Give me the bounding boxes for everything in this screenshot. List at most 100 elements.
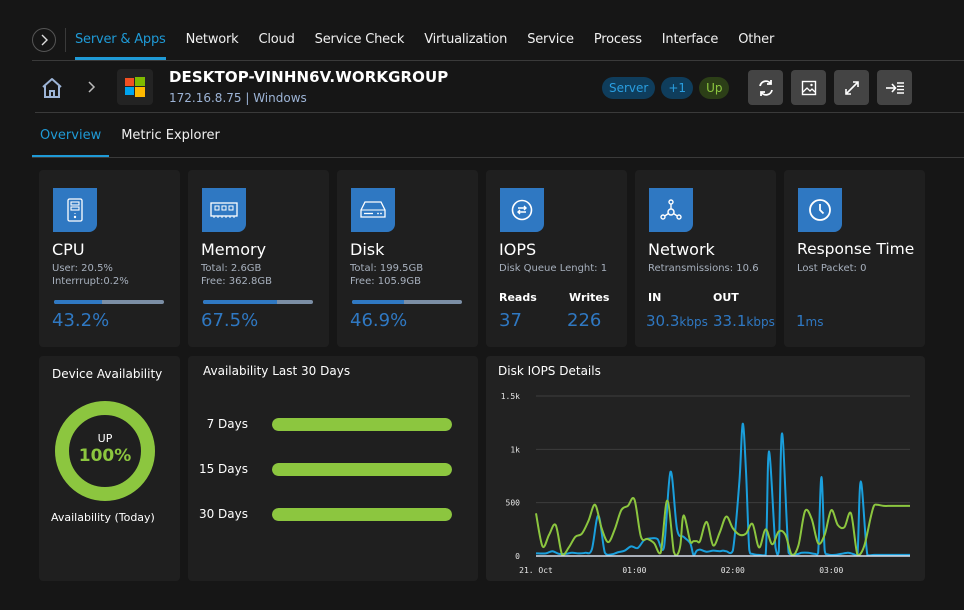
availability-caption: Availability (Today) bbox=[51, 511, 155, 524]
network-card[interactable]: Network Retransmissions: 10.6 IN OUT 30.… bbox=[635, 170, 776, 347]
availability-bar bbox=[272, 508, 452, 521]
nav-tab-service-check[interactable]: Service Check bbox=[315, 27, 405, 60]
availability-30-days-card: Availability Last 30 Days 7 Days 15 Days… bbox=[188, 356, 478, 581]
nav-tab-service[interactable]: Service bbox=[527, 27, 574, 60]
memory-total: Total: 2.6GB bbox=[201, 263, 262, 274]
collapse-panel-button[interactable] bbox=[877, 70, 912, 105]
availability-row-7-days: 7 Days bbox=[188, 415, 478, 435]
disk-progress-bar bbox=[352, 300, 462, 304]
retransmissions: Retransmissions: 10.6 bbox=[648, 263, 759, 274]
expand-icon bbox=[844, 80, 859, 95]
memory-card[interactable]: Memory Total: 2.6GB Free: 362.8GB 67.5% bbox=[188, 170, 329, 347]
refresh-button[interactable] bbox=[748, 70, 783, 105]
cpu-progress-fill bbox=[54, 300, 102, 304]
top-navigation: Server & Apps Network Cloud Service Chec… bbox=[32, 27, 964, 61]
image-icon bbox=[801, 80, 816, 95]
network-hub-icon bbox=[660, 199, 682, 220]
availability-row-label: 15 Days bbox=[198, 462, 248, 476]
nav-tab-interface[interactable]: Interface bbox=[662, 27, 719, 60]
availability-row-label: 7 Days bbox=[206, 417, 248, 431]
windows-logo-icon bbox=[125, 77, 145, 97]
memory-icon-tile bbox=[202, 188, 246, 232]
tab-overview[interactable]: Overview bbox=[32, 114, 110, 157]
disk-iops-card: Disk IOPS Details 0 500 1k 1.5k 21. Oct 01:00… bbox=[486, 356, 925, 581]
clock-icon bbox=[809, 199, 831, 221]
tab-metric-explorer[interactable]: Metric Explorer bbox=[113, 114, 228, 157]
disk-usage-value: 46.9% bbox=[350, 310, 408, 331]
cpu-card[interactable]: CPU User: 20.5% Interrrupt:0.2% 43.2% bbox=[39, 170, 180, 347]
y-tick-label: 0 bbox=[515, 552, 520, 561]
device-hostname: DESKTOP-VINHN6V.WORKGROUP bbox=[169, 68, 449, 86]
chevron-right-icon bbox=[41, 34, 48, 46]
x-tick-label: 21. Oct bbox=[519, 566, 553, 575]
network-out-value: 33.1kbps bbox=[713, 312, 775, 330]
network-in-value: 30.3kbps bbox=[646, 312, 708, 330]
fullscreen-button[interactable] bbox=[834, 70, 869, 105]
response-time-title: Response Time bbox=[797, 240, 915, 258]
memory-progress-bar bbox=[203, 300, 313, 304]
server-tower-icon bbox=[67, 198, 83, 222]
status-badge: Up bbox=[699, 77, 730, 99]
nav-tab-other[interactable]: Other bbox=[738, 27, 774, 60]
availability-row-30-days: 30 Days bbox=[188, 505, 478, 525]
disk-title: Disk bbox=[350, 240, 385, 259]
ram-icon bbox=[210, 202, 238, 218]
disk-card[interactable]: Disk Total: 199.5GB Free: 105.9GB 46.9% bbox=[337, 170, 478, 347]
availability-bar-fill bbox=[272, 463, 452, 476]
reads-label: Reads bbox=[499, 291, 537, 304]
memory-usage-value: 67.5% bbox=[201, 310, 259, 331]
refresh-icon bbox=[758, 79, 773, 96]
availability-row-15-days: 15 Days bbox=[188, 460, 478, 480]
nav-tab-network[interactable]: Network bbox=[186, 27, 239, 60]
x-tick-label: 02:00 bbox=[721, 566, 745, 575]
nav-tab-server-apps[interactable]: Server & Apps bbox=[75, 27, 166, 60]
reads-value: 37 bbox=[499, 310, 522, 331]
device-header: DESKTOP-VINHN6V.WORKGROUP 172.16.8.75 | … bbox=[35, 62, 964, 113]
disk-iops-chart[interactable]: 0 500 1k 1.5k 21. Oct 01:00 02:00 03:00 bbox=[486, 356, 925, 581]
x-tick-label: 01:00 bbox=[622, 566, 646, 575]
availability-bar bbox=[272, 463, 452, 476]
x-tick-label: 03:00 bbox=[819, 566, 843, 575]
y-tick-label: 1.5k bbox=[501, 392, 520, 401]
availability-status: UP bbox=[97, 432, 113, 445]
y-tick-label: 1k bbox=[510, 445, 520, 454]
writes-value: 226 bbox=[567, 310, 602, 331]
availability-30-title: Availability Last 30 Days bbox=[203, 364, 351, 378]
availability-percent: 100% bbox=[78, 446, 132, 466]
availability-bar bbox=[272, 418, 452, 431]
home-icon[interactable] bbox=[41, 77, 63, 99]
collapse-panel-icon bbox=[885, 81, 904, 94]
availability-row-label: 30 Days bbox=[198, 507, 248, 521]
availability-bar-fill bbox=[272, 508, 452, 521]
nav-tab-cloud[interactable]: Cloud bbox=[259, 27, 295, 60]
disk-progress-fill bbox=[352, 300, 404, 304]
cpu-interrupt: Interrrupt:0.2% bbox=[52, 276, 129, 287]
network-in-label: IN bbox=[648, 291, 662, 304]
memory-free: Free: 362.8GB bbox=[201, 276, 273, 287]
memory-progress-fill bbox=[203, 300, 278, 304]
more-tags-badge[interactable]: +1 bbox=[661, 77, 694, 99]
device-type-badge[interactable]: Server bbox=[602, 77, 656, 99]
cpu-icon-tile bbox=[53, 188, 97, 232]
snapshot-button[interactable] bbox=[791, 70, 826, 105]
nav-tab-virtualization[interactable]: Virtualization bbox=[424, 27, 507, 60]
device-availability-card: Device Availability UP 100% Availability… bbox=[39, 356, 180, 581]
device-ip-os: 172.16.8.75 | Windows bbox=[169, 91, 307, 105]
breadcrumb-chevron-icon bbox=[88, 81, 96, 93]
exchange-icon bbox=[511, 199, 533, 221]
sidebar-toggle-button[interactable] bbox=[32, 28, 56, 52]
os-logo bbox=[117, 69, 153, 105]
response-time-card[interactable]: Response Time Lost Packet: 0 1ms bbox=[784, 170, 925, 347]
nav-divider bbox=[65, 28, 66, 52]
iops-icon-tile bbox=[500, 188, 544, 232]
network-out-label: OUT bbox=[713, 291, 739, 304]
iops-card[interactable]: IOPS Disk Queue Lenght: 1 Reads Writes 3… bbox=[486, 170, 627, 347]
response-time-value: 1ms bbox=[796, 312, 824, 330]
device-availability-title: Device Availability bbox=[52, 367, 163, 381]
y-tick-label: 500 bbox=[506, 499, 521, 508]
disk-queue-length: Disk Queue Lenght: 1 bbox=[499, 263, 608, 274]
memory-title: Memory bbox=[201, 240, 267, 259]
nav-tab-process[interactable]: Process bbox=[594, 27, 642, 60]
lost-packet: Lost Packet: 0 bbox=[797, 263, 867, 274]
network-title: Network bbox=[648, 240, 715, 259]
